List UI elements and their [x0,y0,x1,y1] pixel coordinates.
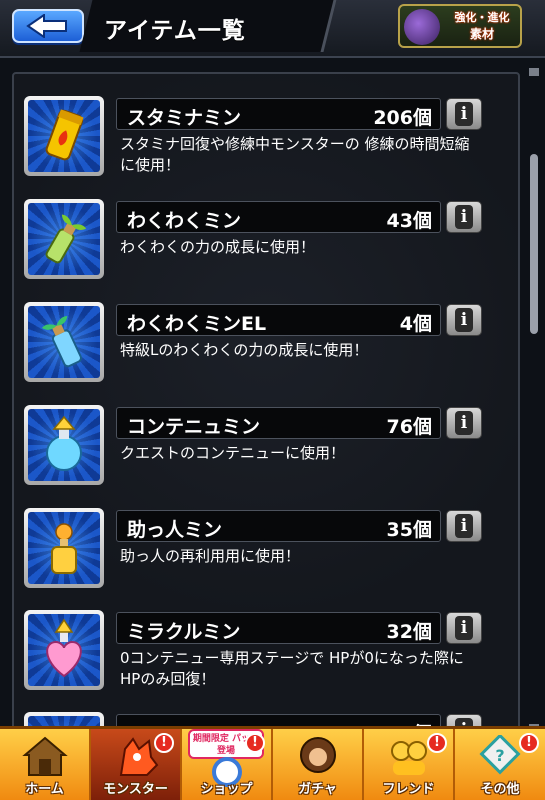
item-name-bar: わくわくミンEL 4個 [116,304,441,336]
item-description: クエストのコンテニューに使用！ [120,444,346,462]
nav-label: モンスター [103,782,168,797]
nav-label: ガチャ [298,782,337,797]
info-icon: i [455,308,473,332]
sprout-bottle-el-icon [28,306,100,378]
item-icon-frame [24,508,104,588]
item-icon-frame [24,96,104,176]
nav-label: フレンド [382,782,435,797]
item-name: コンテニュミン [127,416,261,438]
nav-label: その他 [480,782,520,797]
info-button[interactable]: i [446,201,482,233]
nav-gacha[interactable]: ガチャ [273,729,364,800]
item-row-helper[interactable]: 助っ人ミン 35個 i 助っ人の再利用用に使用！ [24,508,494,592]
alert-badge: ! [519,733,539,753]
alert-badge: ! [154,733,174,753]
info-icon: i [455,514,473,538]
page-title: アイテム一覧 [104,18,246,44]
item-name: スタミナミン [127,107,242,129]
info-icon: i [455,411,473,435]
info-icon: i [455,616,473,640]
item-count: 32個 [386,621,432,643]
item-name: わくわくミンEL [127,313,267,335]
info-icon: i [455,205,473,229]
item-description: 助っ人の再利用用に使用！ [120,547,301,565]
evolution-banner-label: 強化・進化 素材 [444,9,520,43]
info-button[interactable]: i [446,304,482,336]
evolution-materials-button[interactable]: 強化・進化 素材 [398,4,522,48]
nav-friend[interactable]: ! フレンド [364,729,455,800]
item-name-bar: スタミナミン 206個 [116,98,441,130]
item-row-continue[interactable]: コンテニュミン 76個 i クエストのコンテニューに使用！ [24,405,494,489]
item-icon-frame [24,405,104,485]
item-icon-frame [24,610,104,690]
scrollbar-thumb[interactable] [530,154,538,334]
alert-badge: ! [427,733,447,753]
item-description: 0コンテニュー専用ステージで HPが0になった際にHPのみ回復！ [120,649,464,688]
item-count: 35個 [386,519,432,541]
svg-text:?: ? [495,746,504,765]
monster-portrait-icon [404,9,440,45]
helper-bottle-icon [28,512,100,584]
item-count: 76個 [386,416,432,438]
item-icon-frame [24,199,104,279]
item-description: わくわくの力の成長に使用！ [120,238,316,256]
info-button[interactable]: i [446,407,482,439]
item-row-stamina[interactable]: スタミナミン 206個 i スタミナ回復や修練中モンスターの 修練の時間短縮に使… [24,96,494,180]
back-button[interactable] [12,9,84,43]
monster-icon [119,737,159,776]
gacha-icon [300,737,336,773]
nav-label: ショップ [200,782,253,797]
nav-shop[interactable]: 期間限定 パック登場 ! ショップ [182,729,273,800]
info-button[interactable]: i [446,612,482,644]
item-name: わくわくミン [127,210,242,232]
info-icon: i [455,102,473,126]
continue-potion-icon [28,409,100,481]
item-count: 43個 [386,210,432,232]
nav-label: ホーム [25,782,64,797]
item-row-wakuwaku[interactable]: わくわくミン 43個 i わくわくの力の成長に使用！ [24,199,494,283]
item-description: 特級Lのわくわくの力の成長に使用！ [120,341,369,359]
stamina-can-icon [28,100,100,172]
scrollbar-top-cap [529,68,539,76]
bottom-nav: ホーム ! モンスター 期間限定 パック登場 ! ショップ ガチャ ! フレンド [0,726,545,800]
info-button[interactable]: i [446,510,482,542]
back-arrow-icon [26,14,67,38]
nav-other[interactable]: ? ! その他 [455,729,545,800]
item-name-bar: わくわくミン 43個 [116,201,441,233]
item-icon-frame [24,302,104,382]
friend-icon [391,741,427,775]
item-name: 助っ人ミン [127,519,223,541]
home-icon [22,736,68,776]
evolution-banner-line2: 素材 [469,27,494,41]
nav-monster[interactable]: ! モンスター [91,729,182,800]
item-name-bar: 助っ人ミン 35個 [116,510,441,542]
nav-home[interactable]: ホーム [0,729,91,800]
item-row-miracle[interactable]: ミラクルミン 32個 i 0コンテニュー専用ステージで HPが0になった際にHP… [24,610,494,694]
heart-potion-icon [28,614,100,686]
item-name-bar: コンテニュミン 76個 [116,407,441,439]
item-name-bar: ミラクルミン 32個 [116,612,441,644]
sprout-bottle-icon [28,203,100,275]
scrollbar[interactable] [527,68,541,732]
header: アイテム一覧 強化・進化 素材 [0,0,545,58]
item-count: 4個 [399,313,432,335]
evolution-banner-line1: 強化・進化 [454,11,510,24]
other-icon: ? [479,735,521,775]
alert-badge: ! [245,733,265,753]
item-name: ミラクルミン [127,621,241,643]
info-button[interactable]: i [446,98,482,130]
item-count: 206個 [373,107,432,129]
item-row-wakuwaku-el[interactable]: わくわくミンEL 4個 i 特級Lのわくわくの力の成長に使用！ [24,302,494,386]
item-description: スタミナ回復や修練中モンスターの 修練の時間短縮に使用！ [120,135,470,174]
